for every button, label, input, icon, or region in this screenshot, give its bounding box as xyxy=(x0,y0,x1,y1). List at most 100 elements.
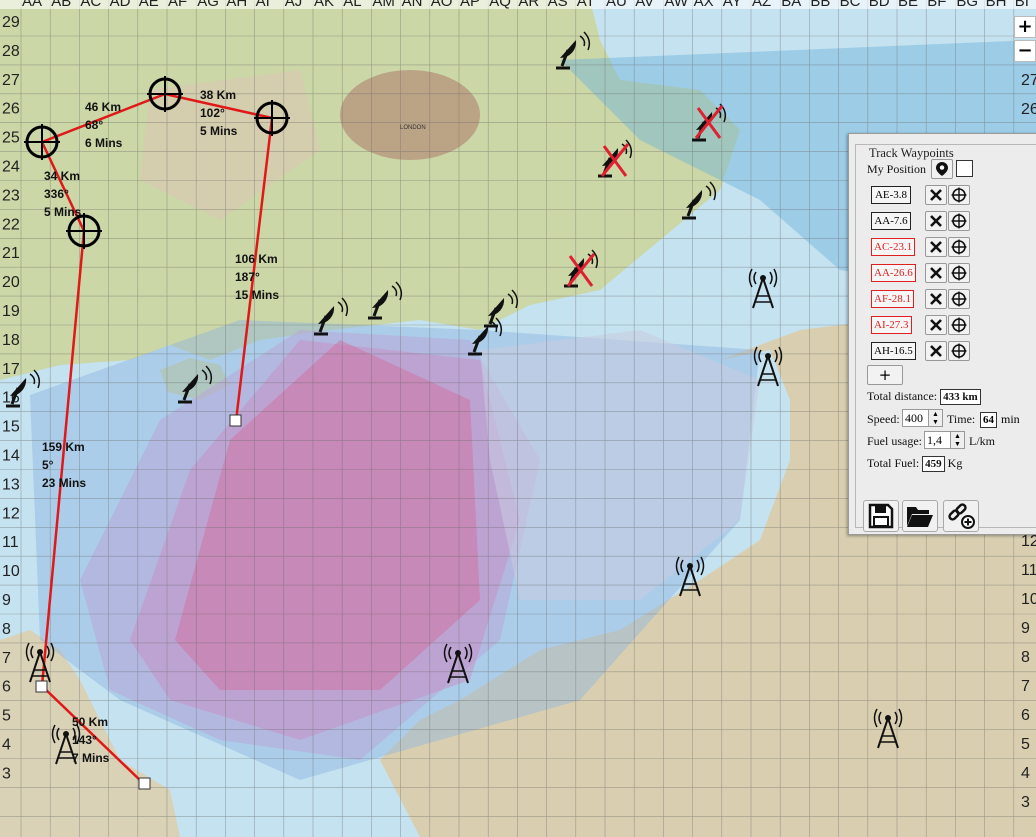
grid-column-label: BF xyxy=(927,0,946,10)
grid-row-label: 7 xyxy=(2,650,11,667)
save-track-button[interactable] xyxy=(863,500,899,532)
goto-waypoint-button[interactable] xyxy=(948,315,970,335)
crosshair-icon xyxy=(951,343,967,359)
grid-column-label: AG xyxy=(197,0,219,10)
grid-column-labels: AA AB AC AD AE AF AG AH AI AJ AK AL AM AN AO AP AQ AR AS AT… xyxy=(22,0,1029,10)
close-icon xyxy=(930,215,942,227)
waypoint-square-marker[interactable] xyxy=(229,414,242,427)
grid-row-label: 5 xyxy=(2,708,11,725)
delete-waypoint-button[interactable] xyxy=(925,185,947,205)
crosshair-icon xyxy=(951,213,967,229)
grid-column-label: AW xyxy=(664,0,688,10)
grid-row-label: 15 xyxy=(2,419,20,436)
waypoint-label[interactable]: AI-27.3 xyxy=(871,316,912,334)
goto-waypoint-button[interactable] xyxy=(948,341,970,361)
close-icon xyxy=(930,241,942,253)
grid-column-label: AQ xyxy=(489,0,511,10)
close-icon xyxy=(930,345,942,357)
grid-column-label: BE xyxy=(898,0,918,10)
close-icon xyxy=(930,267,942,279)
total-fuel-label: Total Fuel: xyxy=(867,456,920,470)
grid-column-label: AD xyxy=(110,0,131,10)
goto-waypoint-button[interactable] xyxy=(948,185,970,205)
grid-column-label: BA xyxy=(781,0,801,10)
location-pin-icon xyxy=(936,162,948,176)
leg-4-heading: 187° xyxy=(235,270,260,284)
grid-row-label: 25 xyxy=(2,130,20,147)
grid-column-label: BG xyxy=(956,0,978,10)
leg-6-time: 7 Mins xyxy=(72,751,110,765)
grid-column-label: AZ xyxy=(752,0,771,10)
leg-5-heading: 5° xyxy=(42,458,54,472)
speed-stepper[interactable]: ▲ ▼ xyxy=(928,410,942,426)
grid-row-label: 14 xyxy=(2,448,20,465)
leg-5-time: 23 Mins xyxy=(42,476,86,490)
waypoint-label[interactable]: AA-7.6 xyxy=(871,212,911,230)
grid-row-label: 19 xyxy=(2,303,20,320)
link-track-button[interactable] xyxy=(943,500,979,532)
waypoint-label[interactable]: AC-23.1 xyxy=(871,238,916,256)
close-icon xyxy=(930,189,942,201)
grid-column-label: AX xyxy=(694,0,714,10)
waypoint-square-marker[interactable] xyxy=(35,680,48,693)
grid-row-label: 4 xyxy=(1021,765,1030,782)
delete-waypoint-button[interactable] xyxy=(925,211,947,231)
grid-row-label: 21 xyxy=(2,245,20,262)
grid-row-label: 18 xyxy=(2,332,20,349)
delete-waypoint-button[interactable] xyxy=(925,237,947,257)
time-display: 64 min xyxy=(980,410,1020,428)
leg-3-distance: 34 Km xyxy=(44,169,80,183)
delete-waypoint-button[interactable] xyxy=(925,315,947,335)
my-position-button[interactable] xyxy=(931,159,953,179)
grid-column-label: AO xyxy=(431,0,453,10)
delete-waypoint-button[interactable] xyxy=(925,263,947,283)
open-track-button[interactable] xyxy=(902,500,938,532)
waypoint-label[interactable]: AA-26.6 xyxy=(871,264,916,282)
grid-row-label: 29 xyxy=(2,14,20,31)
goto-waypoint-button[interactable] xyxy=(948,289,970,309)
grid-row-label: 28 xyxy=(2,43,20,60)
add-waypoint-button[interactable]: + xyxy=(867,365,903,385)
speed-input[interactable]: 400 ▲ ▼ xyxy=(902,409,943,427)
crosshair-icon xyxy=(951,317,967,333)
grid-column-label: BH xyxy=(986,0,1007,10)
my-position-label: My Position xyxy=(867,162,927,176)
grid-row-label: 24 xyxy=(2,159,20,176)
grid-row-label: 10 xyxy=(1021,591,1036,608)
grid-row-label: 11 xyxy=(1021,562,1036,579)
fuel-usage-value: 1,4 xyxy=(927,433,942,447)
grid-column-label: AU xyxy=(606,0,627,10)
grid-column-label: AT xyxy=(577,0,595,10)
my-position-checkbox[interactable] xyxy=(956,160,973,177)
delete-waypoint-button[interactable] xyxy=(925,341,947,361)
grid-column-label: AJ xyxy=(285,0,303,10)
zoom-in-button[interactable]: + xyxy=(1014,16,1036,38)
waypoint-label[interactable]: AE-3.8 xyxy=(871,186,911,204)
fuel-usage-unit: L/km xyxy=(969,434,995,448)
grid-column-label: BD xyxy=(869,0,890,10)
goto-waypoint-button[interactable] xyxy=(948,263,970,283)
waypoint-square-marker[interactable] xyxy=(138,777,151,790)
grid-row-label: 10 xyxy=(2,563,20,580)
waypoint-label[interactable]: AH-16.5 xyxy=(871,342,916,360)
time-label: Time: xyxy=(947,412,976,426)
grid-row-label: 12 xyxy=(1021,533,1036,550)
grid-row-label: 6 xyxy=(2,679,11,696)
goto-waypoint-button[interactable] xyxy=(948,211,970,231)
waypoint-label[interactable]: AF-28.1 xyxy=(871,290,914,308)
goto-waypoint-button[interactable] xyxy=(948,237,970,257)
time-value: 64 xyxy=(980,412,997,428)
grid-row-label: 23 xyxy=(2,187,20,204)
track-waypoints-panel: Track Waypoints My Position AE-3.8 AA-7.6… xyxy=(848,133,1036,535)
zoom-out-button[interactable]: − xyxy=(1014,40,1036,62)
grid-row-label: 4 xyxy=(2,737,11,754)
fuel-usage-input[interactable]: 1,4 ▲ ▼ xyxy=(924,431,965,449)
grid-row-label: 20 xyxy=(2,274,20,291)
delete-waypoint-button[interactable] xyxy=(925,289,947,309)
total-fuel-unit: Kg xyxy=(947,456,963,470)
grid-column-label: AB xyxy=(51,0,71,10)
leg-1-distance: 46 Km xyxy=(85,100,121,114)
fuel-usage-stepper[interactable]: ▲ ▼ xyxy=(950,432,964,448)
grid-row-label: 26 xyxy=(1021,101,1036,118)
close-icon xyxy=(930,319,942,331)
